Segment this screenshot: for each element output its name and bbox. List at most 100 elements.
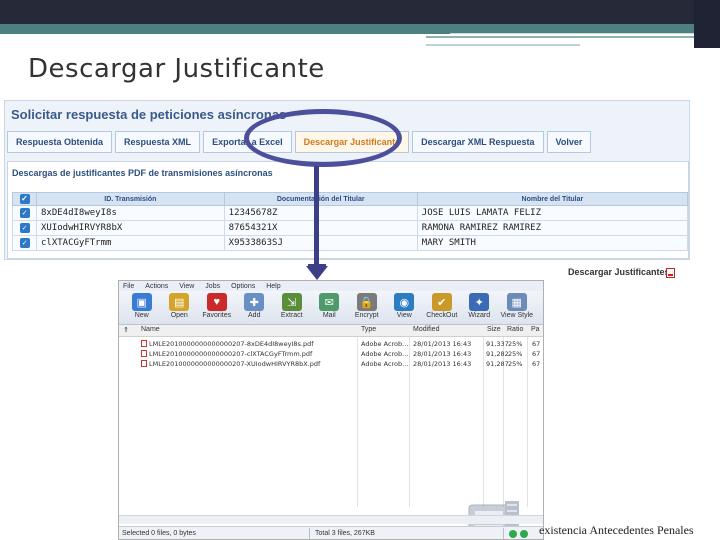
holder-document: X9533863SJ: [223, 235, 418, 251]
toolbar-button-label: Extract: [280, 312, 303, 319]
horizontal-scrollbar[interactable]: [119, 515, 543, 524]
toolbar-button-extract[interactable]: ⇲ Extract: [273, 291, 311, 324]
transmission-id: 8xDE4dI8weyI8s: [36, 205, 225, 221]
column-size[interactable]: Size: [487, 326, 501, 333]
file-ratio: 25%: [508, 340, 523, 348]
file-size: 91,337: [486, 340, 509, 348]
pdf-file-icon: [141, 340, 147, 347]
checkout-icon: ✔: [431, 293, 452, 311]
toolbar-button-label: Favorites: [202, 312, 232, 319]
encrypt-lock-icon: 🔒: [356, 293, 377, 311]
wizard-icon: ✦: [469, 293, 490, 311]
column-ratio[interactable]: Ratio: [507, 326, 523, 333]
toolbar-button-add[interactable]: ✚ Add: [236, 291, 274, 324]
toolbar-button-label: Encrypt: [354, 312, 379, 319]
file-type: Adobe Acrob...: [361, 350, 409, 358]
toolbar-button-view-style[interactable]: ▦ View Style: [498, 291, 536, 324]
file-modified: 28/01/2013 16:43: [413, 340, 472, 348]
arrow-shaft: [314, 166, 319, 268]
holder-document: 12345678Z: [223, 205, 418, 221]
select-all-checkbox[interactable]: ✓: [12, 192, 37, 206]
status-bar: Selected 0 files, 0 bytes Total 3 files,…: [119, 526, 543, 539]
toolbar-button-favorites[interactable]: ♥ Favorites: [198, 291, 236, 324]
toolbar-button-mail[interactable]: ✉ Mail: [311, 291, 349, 324]
column-packed[interactable]: Pa: [531, 326, 540, 333]
file-name: LMLE2010000000000000207-clXTACGyFTrmm.pd…: [149, 350, 313, 358]
tab-descargar-xml-respuesta[interactable]: Descargar XML Respuesta: [412, 131, 544, 153]
column-header: Documentación del Titular: [223, 192, 418, 206]
column-header: ID. Transmisión: [36, 192, 225, 206]
file-packed: 67: [532, 350, 541, 358]
pdf-icon: [666, 268, 675, 278]
file-size: 91,287: [486, 360, 509, 368]
column-modified[interactable]: Modified: [413, 326, 439, 333]
column-name[interactable]: Name: [141, 326, 160, 333]
holder-document: 87654321X: [223, 220, 418, 236]
menu-options[interactable]: Options: [231, 283, 255, 290]
toolbar-button-checkout[interactable]: ✔ CheckOut: [423, 291, 461, 324]
subsection-title: Descargas de justificantes PDF de transm…: [12, 168, 273, 178]
column-header: Nombre del Titular: [416, 192, 689, 206]
menu-view[interactable]: View: [179, 283, 194, 290]
extract-icon: ⇲: [281, 293, 302, 311]
file-name: LMLE2010000000000000207-8xDE4dI8weyI8s.p…: [149, 340, 314, 348]
up-folder-icon[interactable]: ⇑: [123, 326, 129, 334]
favorites-heart-icon: ♥: [206, 293, 227, 311]
column-type[interactable]: Type: [361, 326, 376, 333]
checkbox-icon: ✓: [19, 238, 30, 248]
file-row[interactable]: LMLE2010000000000000207-clXTACGyFTrmm.pd…: [119, 349, 541, 359]
toolbar-button-label: Add: [248, 312, 261, 319]
file-row[interactable]: LMLE2010000000000000207-8xDE4dI8weyI8s.p…: [119, 339, 541, 349]
file-packed: 67: [532, 360, 541, 368]
view-style-icon: ▦: [506, 293, 527, 311]
menu-bar: File Actions View Jobs Options Help: [119, 281, 543, 291]
toolbar-button-wizard[interactable]: ✦ Wizard: [461, 291, 499, 324]
status-divider: [503, 528, 504, 539]
menu-actions[interactable]: Actions: [145, 283, 168, 290]
toolbar-button-encrypt[interactable]: 🔒 Encrypt: [348, 291, 386, 324]
table-row[interactable]: ✓ clXTACGyFTrmm X9533863SJ MARY SMITH: [12, 235, 689, 251]
toolbar-button-label: View: [396, 312, 412, 319]
file-modified: 28/01/2013 16:43: [413, 360, 472, 368]
status-ok-icon: [520, 530, 528, 538]
add-files-icon: ✚: [244, 293, 265, 311]
table-row[interactable]: ✓ XUIodwHIRVYR8bX 87654321X RAMONA RAMIR…: [12, 220, 689, 236]
holder-name: MARY SMITH: [416, 235, 689, 251]
pdf-file-icon: [141, 350, 147, 357]
file-list: LMLE2010000000000000207-8xDE4dI8weyI8s.p…: [119, 337, 543, 539]
row-checkbox[interactable]: ✓: [12, 205, 37, 221]
toolbar-button-label: View Style: [500, 312, 534, 319]
downloads-subsection: Descargas de justificantes PDF de transm…: [7, 161, 689, 259]
toolbar-button-open[interactable]: ▤ Open: [161, 291, 199, 324]
status-divider: [309, 528, 310, 539]
toolbar-button-label: CheckOut: [426, 312, 458, 319]
toolbar-button-label: New: [134, 312, 149, 319]
status-selected: Selected 0 files, 0 bytes: [122, 530, 196, 537]
file-packed: 67: [532, 340, 541, 348]
tab-respuesta-xml[interactable]: Respuesta XML: [115, 131, 201, 153]
menu-jobs[interactable]: Jobs: [205, 283, 220, 290]
section-title: Solicitar respuesta de peticiones asíncr…: [11, 107, 287, 122]
tab-respuesta-obtenida[interactable]: Respuesta Obtenida: [7, 131, 113, 153]
table-row[interactable]: ✓ 8xDE4dI8weyI8s 12345678Z JOSE LUIS LAM…: [12, 205, 689, 221]
file-name: LMLE2010000000000000207-XUIodwHIRVYR8bX.…: [149, 360, 321, 368]
menu-file[interactable]: File: [123, 283, 134, 290]
toolbar-button-view[interactable]: ◉ View: [386, 291, 424, 324]
menu-help[interactable]: Help: [266, 283, 280, 290]
row-checkbox[interactable]: ✓: [12, 235, 37, 251]
tab-volver[interactable]: Volver: [546, 131, 592, 153]
file-type: Adobe Acrob...: [361, 360, 409, 368]
mail-icon: ✉: [319, 293, 340, 311]
transmission-id: XUIodwHIRVYR8bX: [36, 220, 225, 236]
download-justificantes-link[interactable]: Descargar Justificantes: [568, 267, 670, 277]
toolbar-button-label: Wizard: [468, 312, 491, 319]
slide-title: Descargar Justificante: [28, 54, 325, 84]
top-decor-bar: [0, 0, 720, 24]
toolbar: ▣ New ▤ Open ♥ Favorites ✚ Add ⇲ Extract ✉ Mail 🔒 Enc…: [119, 291, 543, 325]
decor-line: [450, 33, 694, 34]
toolbar-button-new[interactable]: ▣ New: [123, 291, 161, 324]
file-row[interactable]: LMLE2010000000000000207-XUIodwHIRVYR8bX.…: [119, 359, 541, 369]
row-checkbox[interactable]: ✓: [12, 220, 37, 236]
transmission-id: clXTACGyFTrmm: [36, 235, 225, 251]
pdf-file-icon: [141, 360, 147, 367]
